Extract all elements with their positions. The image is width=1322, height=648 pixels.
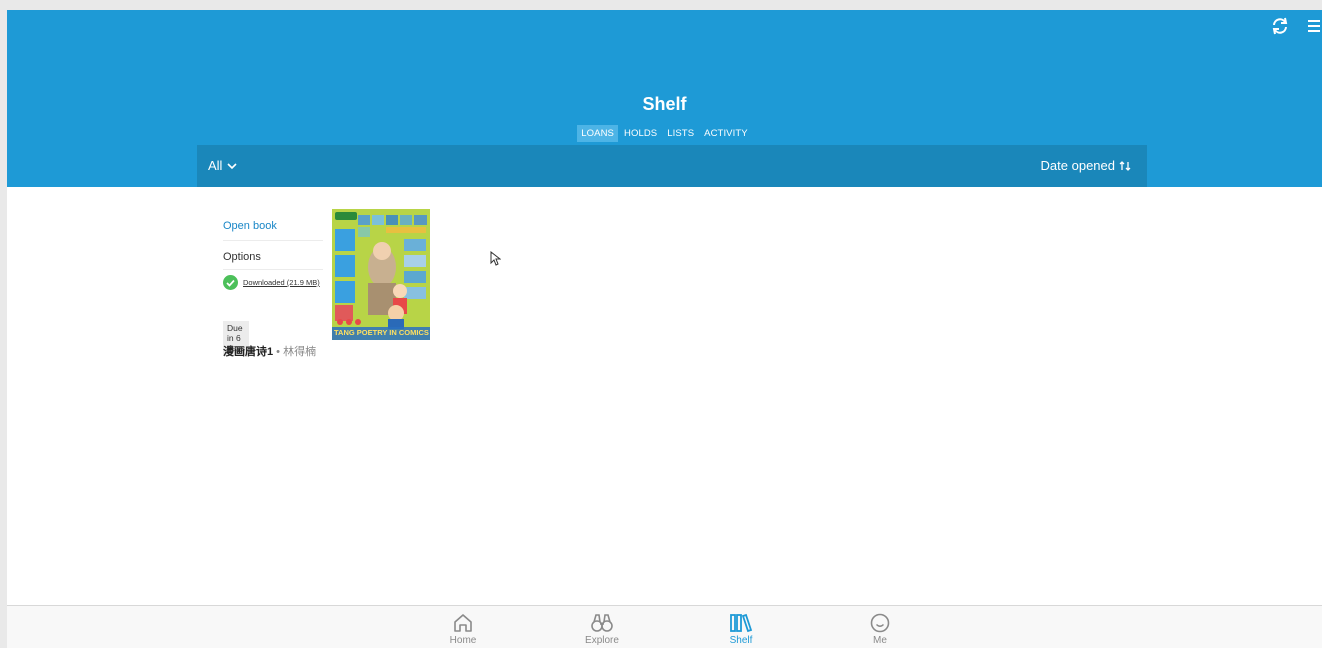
tab-lists[interactable]: LISTS — [663, 125, 698, 142]
open-book-link[interactable]: Open book — [223, 209, 323, 241]
filter-bar: All Date opened — [197, 145, 1147, 187]
nav-shelf-label: Shelf — [729, 635, 753, 646]
nav-me-label: Me — [873, 635, 887, 646]
downloaded-link[interactable]: Downloaded (21.9 MB) — [243, 278, 320, 287]
nav-explore[interactable]: Explore — [572, 612, 632, 646]
home-icon — [454, 614, 472, 632]
sort-label: Date opened — [1040, 158, 1115, 173]
sync-icon[interactable] — [1270, 16, 1290, 36]
menu-icon[interactable] — [1302, 16, 1322, 36]
nav-shelf[interactable]: Shelf — [711, 612, 771, 646]
download-status: Downloaded (21.9 MB) — [223, 270, 323, 295]
binoculars-icon — [591, 614, 613, 632]
sort-button[interactable]: Date opened — [1041, 158, 1131, 173]
book-title-line: 漫画唐诗1 • 林得楠 — [223, 343, 316, 359]
book-cover-art — [332, 209, 430, 340]
tab-holds[interactable]: HOLDS — [620, 125, 661, 142]
filter-dropdown[interactable]: All — [208, 158, 238, 173]
options-link[interactable]: Options — [223, 241, 323, 270]
nav-home-label: Home — [449, 635, 477, 646]
nav-me[interactable]: Me — [850, 612, 910, 646]
shelf-tabs: LOANS HOLDS LISTS ACTIVITY — [7, 125, 1322, 142]
books-icon — [730, 613, 753, 633]
sort-icon — [1119, 160, 1131, 171]
header: Shelf LOANS HOLDS LISTS ACTIVITY All Dat… — [7, 10, 1322, 187]
book-title[interactable]: 漫画唐诗1 — [223, 346, 273, 358]
filter-selected: All — [208, 158, 223, 173]
top-icons — [1270, 16, 1322, 36]
page-title: Shelf — [642, 94, 687, 114]
book-cover[interactable]: TANG POETRY IN COMICS — [332, 209, 430, 340]
mouse-cursor-icon — [490, 251, 501, 266]
loan-actions: Open book Options Downloaded (21.9 MB) — [223, 209, 323, 295]
nav-home[interactable]: Home — [433, 612, 493, 646]
book-author[interactable]: 林得楠 — [283, 346, 316, 358]
smiley-icon — [870, 613, 890, 633]
tab-loans[interactable]: LOANS — [577, 125, 618, 142]
app-window: Shelf LOANS HOLDS LISTS ACTIVITY All Dat… — [7, 10, 1322, 648]
tab-activity[interactable]: ACTIVITY — [700, 125, 752, 142]
check-circle-icon — [223, 275, 238, 290]
title-separator: • — [273, 346, 284, 358]
chevron-down-icon — [227, 162, 238, 169]
cover-subtitle: TANG POETRY IN COMICS — [334, 328, 429, 337]
nav-explore-label: Explore — [585, 635, 619, 646]
bottom-nav: Home Explore Shelf Me — [7, 605, 1322, 648]
